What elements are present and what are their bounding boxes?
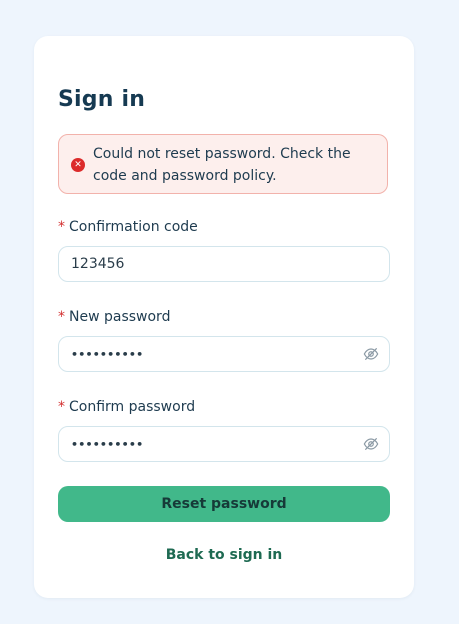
reset-password-button[interactable]: Reset password (58, 486, 390, 522)
required-marker: * (58, 219, 65, 235)
confirmation-code-label-text: Confirmation code (69, 219, 198, 235)
new-password-label: * New password (58, 307, 170, 327)
confirmation-code-input[interactable]: 123456 (58, 246, 390, 282)
sign-in-card: Sign in ✕ Could not reset password. Chec… (34, 36, 414, 598)
confirm-password-input[interactable]: •••••••••• (58, 426, 390, 462)
error-message: Could not reset password. Check the code… (93, 146, 351, 184)
confirmation-code-value: 123456 (71, 256, 125, 272)
confirmation-code-label: * Confirmation code (58, 217, 198, 237)
confirm-password-value: •••••••••• (71, 438, 144, 451)
confirm-password-label-text: Confirm password (69, 399, 196, 415)
new-password-value: •••••••••• (71, 348, 144, 361)
required-marker: * (58, 399, 65, 415)
error-alert: ✕ Could not reset password. Check the co… (58, 134, 388, 194)
confirm-password-label: * Confirm password (58, 397, 195, 417)
error-circle-icon: ✕ (71, 158, 85, 172)
eye-off-icon[interactable] (363, 346, 379, 362)
new-password-input[interactable]: •••••••••• (58, 336, 390, 372)
back-to-sign-in-link[interactable]: Back to sign in (58, 545, 390, 565)
required-marker: * (58, 309, 65, 325)
eye-off-icon[interactable] (363, 436, 379, 452)
page-title: Sign in (58, 87, 146, 112)
new-password-label-text: New password (69, 309, 171, 325)
